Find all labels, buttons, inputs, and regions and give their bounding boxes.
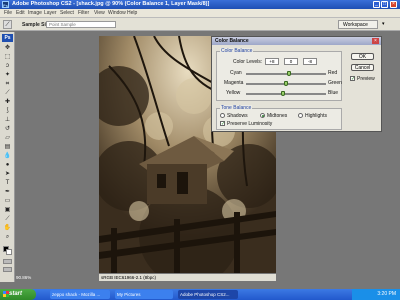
magic-wand-tool-icon[interactable]: ✦ [3, 72, 12, 79]
menu-view[interactable]: View [94, 9, 105, 18]
preview-checkbox[interactable]: ✓ [350, 76, 355, 82]
preserve-luminosity-label: Preserve Luminosity [227, 121, 273, 127]
system-tray: 3:20 PM [352, 289, 400, 300]
minimize-button[interactable]: _ [373, 1, 380, 8]
title-bar: Ps Adobe Photoshop CS2 - [shack.jpg @ 90… [0, 0, 400, 9]
magenta-green-slider-thumb[interactable] [284, 81, 288, 86]
hand-tool-icon[interactable]: ✋ [3, 225, 12, 232]
highlights-radio[interactable] [298, 113, 303, 118]
preserve-luminosity-checkbox[interactable]: ✓ [220, 121, 225, 127]
photoshop-logo-icon: Ps [2, 1, 9, 8]
dialog-title[interactable]: Color Balance [212, 37, 381, 45]
window-title: Adobe Photoshop CS2 - [shack.jpg @ 90% (… [12, 1, 210, 7]
screen-mode-toggle[interactable] [3, 267, 12, 272]
windows-logo-icon [3, 291, 9, 297]
ok-button[interactable]: OK [351, 53, 374, 60]
color-balance-group-label: Color Balance [220, 48, 254, 54]
sample-size-select[interactable]: Point Sample [46, 21, 116, 28]
magenta-label: Magenta [224, 80, 244, 86]
color-level-2-input[interactable]: 0 [284, 58, 298, 65]
color-level-1-input[interactable]: +8 [265, 58, 279, 65]
menu-filter[interactable]: Filter [78, 9, 89, 18]
zoom-tool-icon[interactable]: ⌕ [3, 234, 12, 241]
cancel-button[interactable]: Cancel [351, 64, 374, 71]
brush-tool-icon[interactable]: ⟆ [3, 108, 12, 115]
color-level-3-input[interactable]: -8 [303, 58, 317, 65]
yellow-blue-slider-thumb[interactable] [280, 91, 285, 96]
gradient-tool-icon[interactable]: ▤ [3, 144, 12, 151]
workspace-button[interactable]: Workspace [338, 20, 378, 29]
background-color-swatch[interactable] [6, 249, 12, 255]
dialog-close-button[interactable]: × [372, 38, 379, 44]
taskbar-item-photoshop[interactable]: Adobe Photoshop CS2... [178, 290, 238, 299]
menu-edit[interactable]: Edit [16, 9, 25, 18]
midtones-label: Midtones [267, 113, 288, 119]
history-brush-tool-icon[interactable]: ↺ [3, 126, 12, 133]
quick-mask-toggle[interactable] [3, 259, 12, 264]
cyan-label: Cyan [230, 70, 242, 76]
taskbar-item-my-pictures[interactable]: My Pictures [115, 290, 173, 299]
menu-window[interactable]: Window [108, 9, 126, 18]
healing-brush-tool-icon[interactable]: ✚ [3, 99, 12, 106]
blur-tool-icon[interactable]: 💧 [3, 153, 12, 160]
dodge-tool-icon[interactable]: ● [3, 162, 12, 169]
menu-select[interactable]: Select [60, 9, 74, 18]
midtones-radio[interactable] [260, 113, 265, 118]
notes-tool-icon[interactable]: ▣ [3, 207, 12, 214]
lasso-tool-icon[interactable]: ↄ [3, 63, 12, 70]
pen-tool-icon[interactable]: ✒ [3, 189, 12, 196]
type-tool-icon[interactable]: T [3, 180, 12, 187]
marquee-tool-icon[interactable]: ⬚ [3, 54, 12, 61]
move-tool-icon[interactable]: ✥ [3, 45, 12, 52]
clock[interactable]: 3:20 PM [377, 291, 396, 297]
menu-file[interactable]: File [4, 9, 12, 18]
yellow-label: Yellow [226, 90, 241, 96]
menu-help[interactable]: Help [127, 9, 137, 18]
taskbar-item-firefox[interactable]: zeppo shack - Mozilla ... [50, 290, 110, 299]
maximize-button[interactable]: □ [381, 1, 388, 8]
eyedropper-tool-icon[interactable]: ⟋ [3, 216, 12, 223]
menu-image[interactable]: Image [28, 9, 42, 18]
crop-tool-icon[interactable]: ⌗ [3, 81, 12, 88]
blue-label: Blue [328, 90, 339, 96]
clone-stamp-tool-icon[interactable]: ⊥ [3, 117, 12, 124]
highlights-label: Highlights [305, 113, 327, 119]
start-label: start [9, 291, 23, 297]
green-label: Green [328, 80, 342, 86]
shape-tool-icon[interactable]: ▭ [3, 198, 12, 205]
path-selection-tool-icon[interactable]: ➤ [3, 171, 12, 178]
shadows-radio[interactable] [220, 113, 225, 118]
yellow-blue-slider[interactable] [246, 93, 326, 95]
toolbox-logo-icon[interactable]: Ps [2, 34, 13, 42]
menu-layer[interactable]: Layer [44, 9, 57, 18]
eyedropper-icon[interactable]: ⟋ [3, 20, 12, 29]
color-levels-label: Color Levels: [233, 59, 263, 65]
slice-tool-icon[interactable]: ⟋ [3, 90, 12, 97]
chevron-down-icon[interactable]: ▾ [382, 21, 385, 27]
red-label: Red [328, 70, 338, 76]
preview-label: Preview [357, 76, 375, 82]
shadows-label: Shadows [227, 113, 248, 119]
tone-balance-group-label: Tone Balance [220, 105, 253, 111]
zoom-level[interactable]: 90.86% [16, 275, 31, 280]
eraser-tool-icon[interactable]: ▱ [3, 135, 12, 142]
cyan-red-slider[interactable] [246, 73, 326, 75]
document-status[interactable]: sRGB IEC61966-2.1 (8bpc) [99, 274, 276, 281]
menu-bar: File Edit Image Layer Select Filter View… [0, 9, 400, 18]
close-button[interactable]: × [390, 1, 397, 8]
